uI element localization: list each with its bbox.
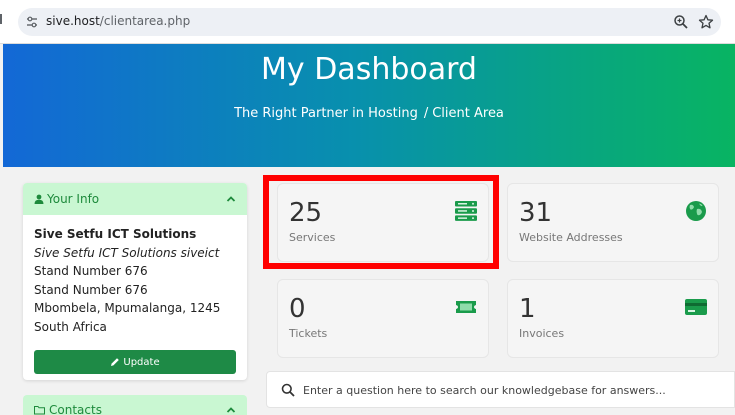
url-host: sive.host [46, 14, 100, 28]
your-info-title: Your Info [47, 192, 100, 206]
update-button-label: Update [123, 356, 160, 368]
invoices-label: Invoices [519, 327, 565, 340]
credit-card-icon [685, 299, 707, 315]
your-info-details: Sive Setfu ICT Solutions Sive Setfu ICT … [34, 225, 244, 336]
address-line-1: Stand Number 676 [34, 264, 148, 278]
your-info-header[interactable]: Your Info [23, 183, 247, 215]
your-info-panel: Your Info Sive Setfu ICT Solutions Sive … [23, 183, 247, 380]
company-alias: Sive Setfu ICT Solutions siveict [34, 245, 220, 260]
knowledgebase-search [266, 371, 735, 408]
chevron-up-icon[interactable] [226, 405, 236, 415]
page-title: My Dashboard [261, 52, 477, 87]
country: South Africa [34, 319, 107, 334]
invoices-tile[interactable]: 1 Invoices [507, 279, 719, 358]
knowledgebase-search-input[interactable] [303, 380, 723, 400]
address-bar[interactable]: sive.host/clientarea.php [18, 8, 721, 36]
company-name: Sive Setfu ICT Solutions [34, 227, 197, 241]
bookmark-star-icon[interactable] [698, 14, 714, 30]
update-button[interactable]: Update [34, 350, 236, 374]
invoices-count: 1 [519, 294, 536, 324]
url-path: /clientarea.php [99, 14, 191, 28]
domains-label: Website Addresses [519, 231, 623, 244]
url-text[interactable]: sive.host/clientarea.php [46, 14, 190, 28]
pencil-icon [111, 358, 120, 366]
tab-edge-icon [0, 14, 2, 24]
website-addresses-tile[interactable]: 31 Website Addresses [507, 183, 719, 262]
tickets-label: Tickets [289, 327, 328, 340]
zoom-icon[interactable] [673, 14, 689, 30]
ticket-icon [456, 301, 476, 313]
breadcrumb-current: Client Area [432, 106, 504, 121]
breadcrumb-home-link[interactable]: The Right Partner in Hosting [234, 106, 418, 121]
breadcrumb: The Right Partner in Hosting / Client Area [3, 106, 735, 121]
chevron-up-icon[interactable] [226, 194, 236, 204]
contacts-title: Contacts [49, 403, 102, 415]
tickets-count: 0 [289, 294, 306, 324]
domains-count: 31 [519, 198, 553, 228]
user-icon [34, 194, 44, 204]
folder-icon [34, 406, 45, 415]
browser-toolbar: sive.host/clientarea.php [0, 0, 735, 44]
site-settings-icon[interactable] [26, 16, 38, 28]
search-icon[interactable] [281, 383, 295, 397]
hero-banner: My Dashboard The Right Partner in Hostin… [3, 44, 735, 167]
globe-icon [686, 201, 706, 221]
contacts-panel-header[interactable]: Contacts [23, 395, 247, 415]
address-line-2: Stand Number 676 [34, 282, 148, 297]
city-line: Mbombela, Mpumalanga, 1245 [34, 301, 221, 315]
breadcrumb-separator: / [423, 106, 429, 121]
tickets-tile[interactable]: 0 Tickets [277, 279, 489, 358]
services-highlight-box [263, 175, 499, 269]
